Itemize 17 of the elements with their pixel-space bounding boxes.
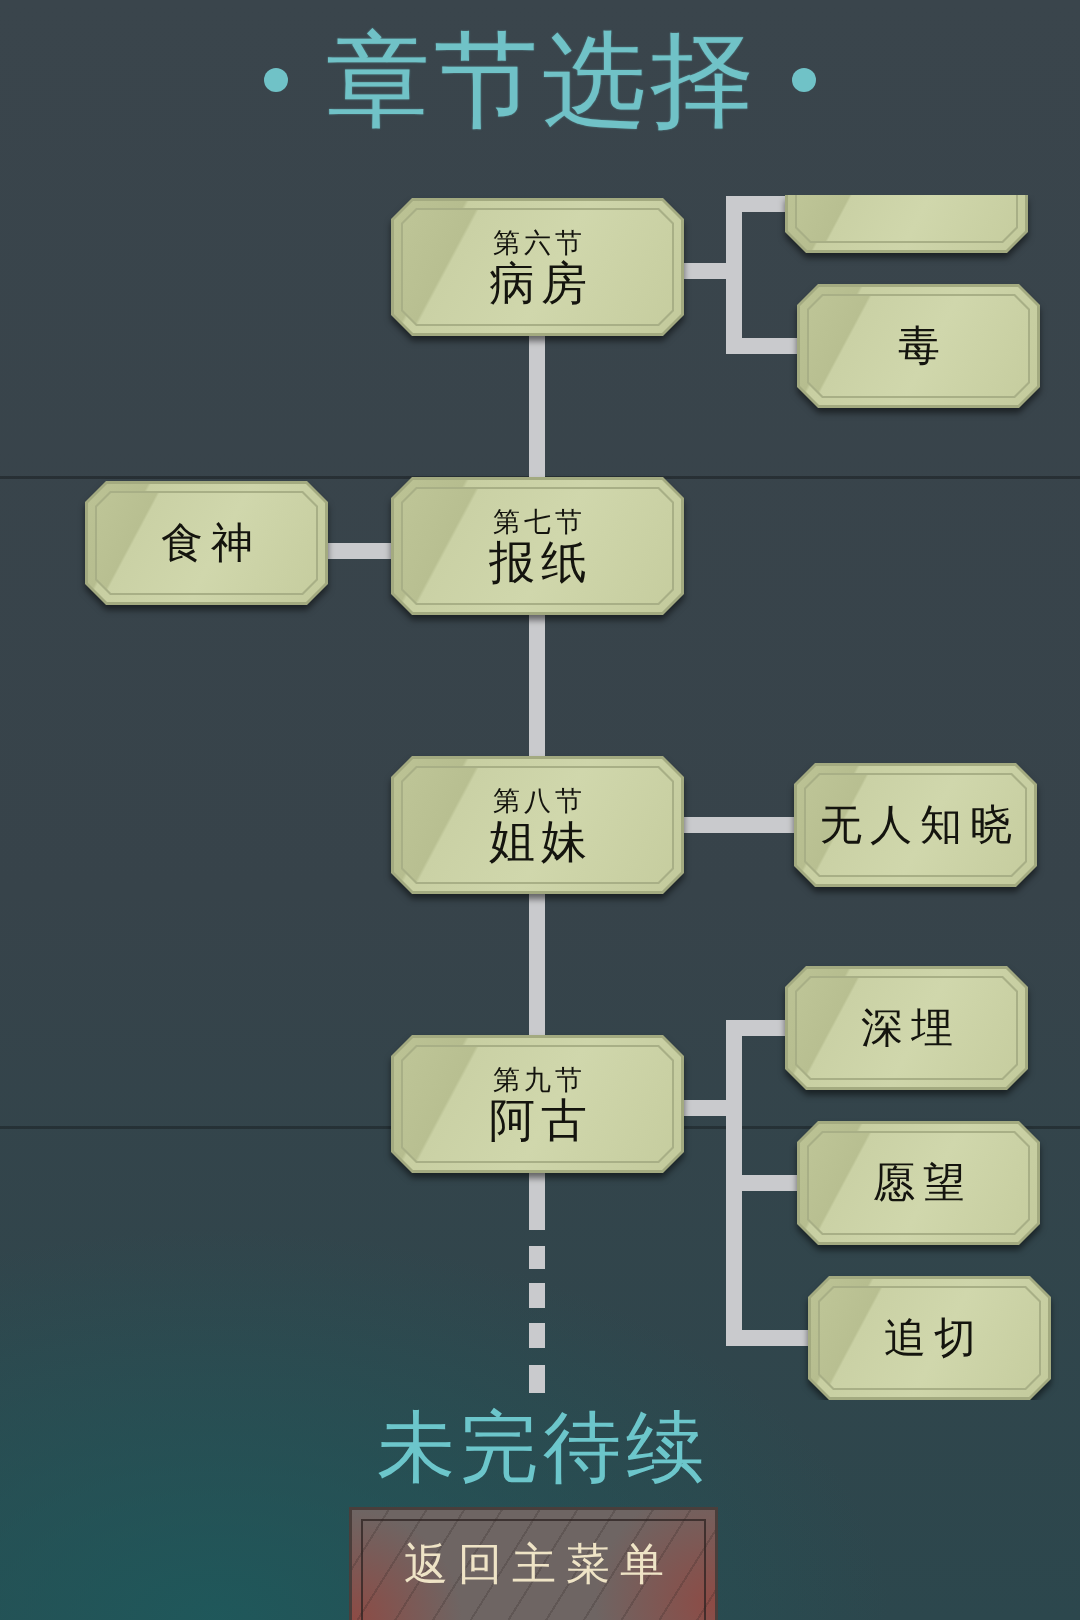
branch-button[interactable]: 愿望 — [797, 1121, 1040, 1245]
dot-icon — [264, 68, 288, 92]
continued-label: 未完待续 — [376, 1408, 709, 1494]
chapter-button[interactable]: 第八节 姐妹 — [391, 756, 684, 894]
chapter-button[interactable]: 第六节 病房 — [391, 198, 684, 336]
branch-button[interactable]: 追切 — [808, 1276, 1051, 1400]
connector-line — [328, 543, 391, 559]
dot-icon — [792, 68, 816, 92]
chapter-button[interactable]: 第七节 报纸 — [391, 477, 684, 615]
chapter-button[interactable]: 第九节 阿古 — [391, 1035, 684, 1173]
back-button[interactable]: 返回主菜单 — [349, 1507, 718, 1620]
branch-button[interactable]: 食神 — [85, 481, 328, 605]
branch-button[interactable] — [785, 195, 1028, 253]
page-title: 章节选择 — [326, 28, 758, 132]
branch-button[interactable]: 无人知晓 — [794, 763, 1037, 887]
branch-button[interactable]: 深埋 — [785, 966, 1028, 1090]
branch-button[interactable]: 毒 — [797, 284, 1040, 408]
